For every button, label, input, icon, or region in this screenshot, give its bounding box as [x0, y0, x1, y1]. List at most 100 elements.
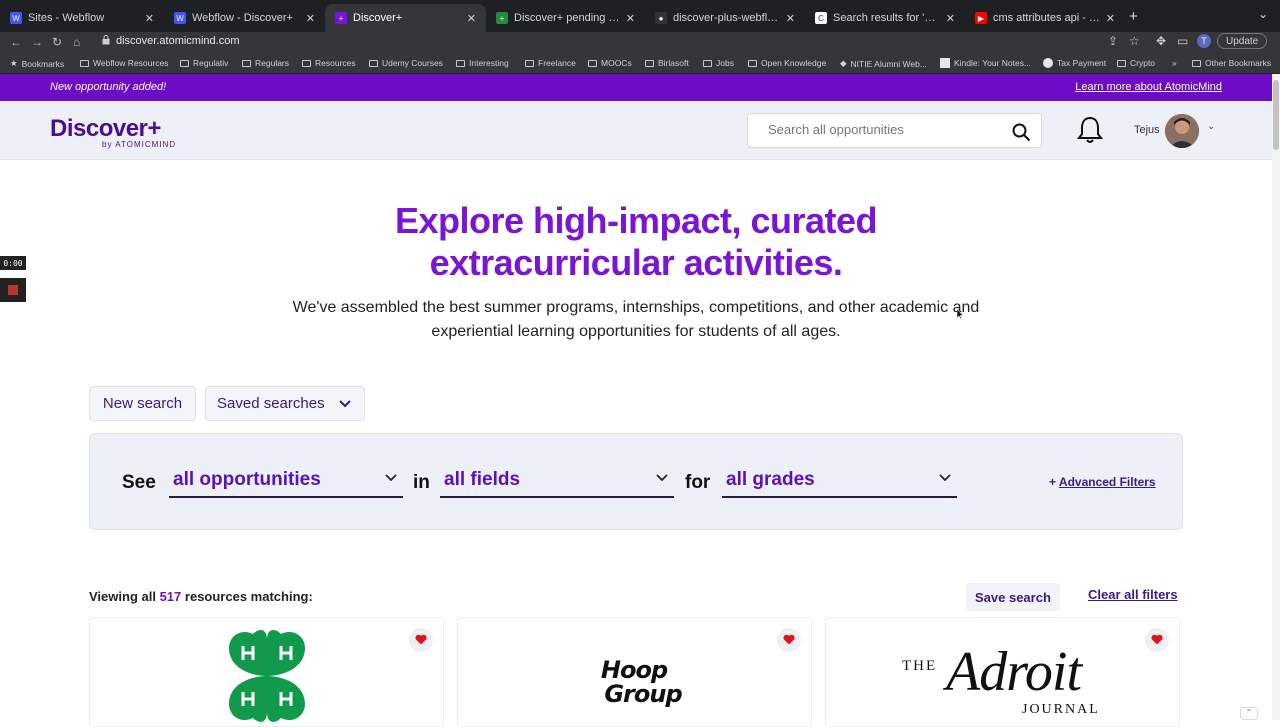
favorite-heart-button[interactable]	[409, 628, 433, 652]
chevron-down-icon	[939, 474, 951, 482]
tab-title: cms attributes api - YouTube	[993, 12, 1100, 24]
forward-icon[interactable]: →	[31, 35, 43, 49]
favorite-heart-button[interactable]	[1145, 628, 1169, 652]
side-panel-icon[interactable]: ▭	[1177, 34, 1188, 48]
notification-bell-icon[interactable]	[1076, 115, 1104, 145]
browser-tab[interactable]: W Webflow - Discover+ ✕	[164, 4, 325, 32]
browser-tab-bar: W Sites - Webflow ✕ W Webflow - Discover+ ✕ + D…	[0, 0, 1280, 32]
learn-more-link[interactable]: Learn more about AtomicMind	[1075, 81, 1222, 93]
bookmark-star-icon[interactable]: ☆	[1129, 34, 1140, 48]
bookmarks-bar: ★ Bookmarks Webflow Resources Regulativ Regu…	[0, 52, 1280, 74]
clear-all-filters-link[interactable]: Clear all filters	[1088, 587, 1178, 602]
close-tab-icon[interactable]: ✕	[786, 12, 795, 25]
saved-searches-label: Saved searches	[217, 395, 325, 412]
favorite-heart-button[interactable]	[777, 628, 801, 652]
bookmark-label: Open Knowledge	[761, 58, 827, 68]
bookmark-item[interactable]: MOOCs	[588, 58, 632, 68]
more-bookmarks-icon[interactable]: »	[1172, 58, 1177, 68]
bookmark-label: Bookmarks	[21, 58, 65, 69]
opportunity-type-value: all opportunities	[173, 469, 321, 490]
scroll-to-top-icon[interactable]: ⌃	[1240, 707, 1258, 720]
back-icon[interactable]: ←	[10, 35, 22, 49]
tab-favicon-icon: ●	[655, 12, 667, 24]
new-search-button[interactable]: New search	[89, 386, 196, 421]
tab-favicon-icon: +	[496, 12, 508, 24]
close-tab-icon[interactable]: ✕	[1106, 12, 1115, 25]
bookmark-item[interactable]: Birlasoft	[645, 58, 689, 68]
tab-favicon-icon: ▶	[975, 12, 987, 24]
tab-favicon-icon: W	[10, 12, 22, 24]
lock-icon	[102, 35, 110, 45]
bookmark-item[interactable]: Regulativ	[180, 58, 228, 68]
bookmark-item[interactable]: Freelance	[525, 58, 576, 68]
bookmark-item[interactable]: Tax Payment	[1043, 58, 1106, 68]
discover-plus-logo[interactable]: Discover+	[50, 115, 161, 143]
field-value: all fields	[444, 469, 521, 490]
reload-icon[interactable]: ↻	[52, 35, 62, 49]
user-menu-chevron-icon[interactable]: ⌄	[1207, 121, 1215, 132]
heart-icon	[415, 634, 427, 645]
site-header: Discover+ by ATOMICMIND Tejus ⌄	[0, 101, 1280, 160]
search-input[interactable]	[768, 122, 998, 137]
address-bar[interactable]: discover.atomicmind.com	[116, 35, 240, 47]
advanced-filters-label: Advanced Filters	[1058, 475, 1156, 489]
bookmark-item[interactable]: Kindle: Your Notes...	[940, 58, 1031, 68]
opportunity-type-select[interactable]: all opportunities	[169, 468, 403, 498]
grade-select[interactable]: all grades	[722, 468, 957, 498]
bookmark-item[interactable]: Open Knowledge	[748, 58, 826, 68]
save-search-button[interactable]: Save search	[966, 583, 1060, 611]
page-scrollbar[interactable]	[1272, 74, 1280, 720]
user-avatar[interactable]	[1165, 114, 1199, 148]
results-prefix: Viewing all	[89, 589, 156, 604]
search-icon[interactable]	[1011, 122, 1031, 142]
folder-icon	[302, 59, 311, 67]
tab-search-chevron-icon[interactable]: ⌄	[1258, 7, 1268, 21]
bookmark-item[interactable]: ★ Bookmarks	[10, 58, 64, 69]
bookmark-item[interactable]: Regulars	[242, 58, 289, 68]
browser-tab[interactable]: ▶ cms attributes api - YouTube ✕	[965, 4, 1125, 32]
close-tab-icon[interactable]: ✕	[626, 12, 635, 25]
user-name[interactable]: Tejus	[1134, 124, 1160, 136]
new-tab-icon[interactable]: +	[1129, 8, 1138, 25]
extensions-icon[interactable]: ✥	[1156, 34, 1166, 48]
bookmark-item[interactable]: Webflow Resources	[80, 58, 168, 68]
close-tab-icon[interactable]: ✕	[145, 12, 154, 25]
saved-searches-dropdown[interactable]: Saved searches	[205, 386, 365, 421]
bookmark-item[interactable]: ◆ NITIE Alumni Web...	[840, 58, 927, 69]
share-icon[interactable]: ⇪	[1108, 34, 1118, 48]
field-select[interactable]: all fields	[440, 468, 674, 498]
bookmark-item[interactable]: Udemy Courses	[369, 58, 443, 68]
update-button[interactable]: Update	[1217, 33, 1268, 49]
browser-tab[interactable]: + Discover+ ✕	[325, 4, 486, 32]
bookmark-item[interactable]: Interesting	[456, 58, 509, 68]
home-icon[interactable]: ⌂	[73, 35, 80, 49]
bookmark-item[interactable]: Crypto	[1117, 58, 1155, 68]
close-tab-icon[interactable]: ✕	[306, 12, 315, 25]
opportunity-card[interactable]	[89, 617, 444, 727]
hero-title: Explore high-impact, curated extracurric…	[0, 200, 1272, 284]
advanced-filters-link[interactable]: + Advanced Filters	[1049, 475, 1156, 489]
folder-icon	[369, 59, 378, 67]
scrollbar-thumb[interactable]	[1273, 80, 1279, 150]
browser-tab[interactable]: W Sites - Webflow ✕	[0, 4, 164, 32]
opportunity-card[interactable]: Hoop Group	[457, 617, 812, 727]
bookmark-label: Freelance	[538, 58, 576, 68]
browser-tab[interactable]: + Discover+ pending tasks for Te ✕	[486, 4, 645, 32]
hero-subtitle-line-1: We've assembled the best summer programs…	[292, 299, 980, 316]
plus-icon: +	[1049, 475, 1057, 489]
profile-avatar[interactable]: T	[1197, 34, 1211, 48]
bookmark-item[interactable]: Resources	[302, 58, 356, 68]
folder-icon	[180, 59, 189, 67]
browser-tab[interactable]: ● discover-plus-webflow/src/ind ✕	[645, 4, 805, 32]
browser-tab[interactable]: C Search results for 'cms api' - S ✕	[805, 4, 965, 32]
bookmark-item[interactable]: Other Bookmarks	[1192, 58, 1271, 68]
folder-icon	[456, 59, 465, 67]
close-tab-icon[interactable]: ✕	[946, 12, 955, 25]
search-box[interactable]	[747, 113, 1042, 148]
chevron-down-icon	[656, 474, 668, 482]
opportunity-card[interactable]: THE Adroit JOURNAL	[825, 617, 1180, 727]
bookmark-label: Jobs	[716, 58, 734, 68]
bookmark-item[interactable]: Jobs	[703, 58, 734, 68]
tab-title: Discover+ pending tasks for Te	[514, 12, 620, 24]
close-tab-icon[interactable]: ✕	[467, 12, 476, 25]
